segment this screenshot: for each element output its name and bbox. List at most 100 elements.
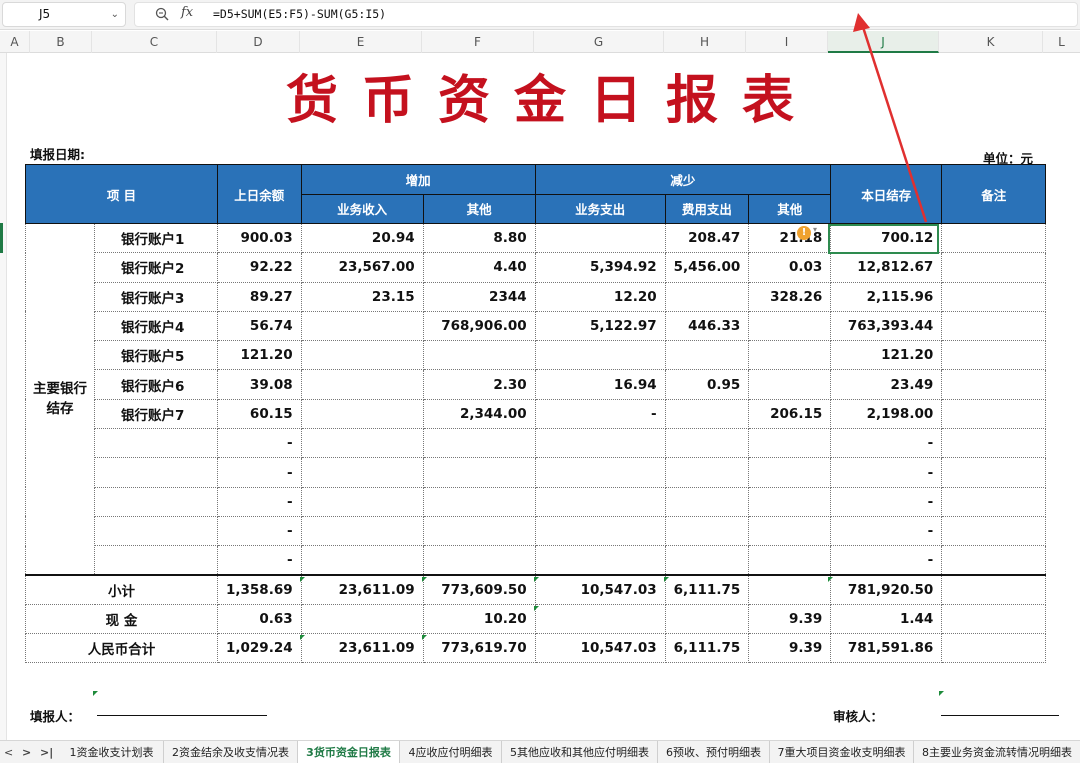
table-cell[interactable] [748, 545, 832, 576]
subtotal-label[interactable]: 小计 [25, 574, 218, 605]
table-cell[interactable] [534, 340, 666, 371]
cash-label[interactable]: 现 金 [25, 603, 218, 635]
table-cell[interactable]: 8.80 [422, 222, 536, 254]
table-cell[interactable]: 2,115.96 [830, 281, 943, 312]
table-cell[interactable]: 0.95 [664, 369, 750, 400]
account-name[interactable]: 银行账户2 [94, 252, 218, 283]
account-name[interactable]: 银行账户7 [94, 398, 218, 430]
table-cell[interactable] [300, 486, 424, 517]
table-cell[interactable]: 781,591.86 [830, 633, 943, 664]
table-cell[interactable]: 121.20 [217, 340, 302, 371]
table-cell[interactable] [664, 603, 750, 635]
remark-cell[interactable] [941, 340, 1047, 371]
table-cell[interactable] [748, 574, 832, 605]
table-cell[interactable] [748, 457, 832, 488]
table-cell[interactable] [941, 603, 1047, 635]
table-cell[interactable]: 1,358.69 [217, 574, 302, 605]
column-header-e[interactable]: E [300, 31, 422, 53]
table-cell[interactable]: - [217, 457, 302, 488]
table-cell[interactable]: - [830, 457, 943, 488]
table-cell[interactable] [300, 369, 424, 400]
table-cell[interactable] [748, 340, 832, 371]
table-cell[interactable]: 208.47 [664, 222, 750, 254]
sheet-tab[interactable]: 8主要业务资金流转情况明细表 [914, 741, 1080, 763]
account-name[interactable] [94, 457, 218, 488]
table-cell[interactable]: 10,547.03 [534, 633, 666, 664]
table-cell[interactable]: - [217, 486, 302, 517]
table-cell[interactable]: - [830, 428, 943, 459]
remark-cell[interactable] [941, 486, 1047, 517]
table-cell[interactable] [534, 486, 666, 517]
table-cell[interactable]: 10,547.03 [534, 574, 666, 605]
sheet-tab[interactable]: 6预收、预付明细表 [658, 741, 770, 763]
remark-cell[interactable] [941, 222, 1047, 254]
table-cell[interactable]: 20.94 [300, 222, 424, 254]
sheet-tab-active[interactable]: 3货币资金日报表 [298, 741, 400, 763]
table-cell[interactable] [941, 574, 1047, 605]
table-cell[interactable]: 16.94 [534, 369, 666, 400]
reporter-signature-line[interactable] [97, 715, 267, 716]
table-cell[interactable]: 10.20 [422, 603, 536, 635]
table-cell[interactable]: - [217, 545, 302, 576]
table-cell[interactable]: 773,619.70 [422, 633, 536, 664]
account-name[interactable] [94, 486, 218, 517]
table-cell[interactable] [534, 515, 666, 547]
table-cell[interactable] [422, 428, 536, 459]
table-cell[interactable] [748, 515, 832, 547]
chevron-down-icon[interactable]: ⌄ [111, 3, 119, 26]
remark-cell[interactable] [941, 281, 1047, 312]
table-cell[interactable]: 9.39 [748, 633, 832, 664]
table-cell[interactable] [422, 340, 536, 371]
table-cell[interactable] [664, 281, 750, 312]
sheet-tab[interactable]: 5其他应收和其他应付明细表 [502, 741, 658, 763]
account-name[interactable]: 银行账户1 [94, 222, 218, 254]
table-cell[interactable] [300, 515, 424, 547]
formula-input[interactable]: fx =D5+SUM(E5:F5)-SUM(G5:I5) [134, 2, 1078, 27]
table-cell[interactable] [534, 428, 666, 459]
reviewer-signature-line[interactable] [941, 715, 1059, 716]
table-cell[interactable]: 23,611.09 [300, 633, 424, 664]
table-cell[interactable] [664, 457, 750, 488]
group-label[interactable]: 主要银行结存 [25, 223, 95, 576]
function-icon[interactable]: fx [181, 5, 193, 20]
table-cell[interactable]: 900.03 [217, 222, 302, 254]
table-cell[interactable] [664, 515, 750, 547]
table-cell[interactable]: 89.27 [217, 281, 302, 312]
account-name[interactable] [94, 515, 218, 547]
table-cell[interactable]: 763,393.44 [830, 310, 943, 342]
table-cell[interactable] [300, 603, 424, 635]
table-cell[interactable] [534, 545, 666, 576]
table-cell[interactable] [300, 457, 424, 488]
table-cell[interactable] [748, 486, 832, 517]
table-cell[interactable]: 12,812.67 [830, 252, 943, 283]
scroll-left-icon[interactable]: < [4, 741, 13, 763]
remark-cell[interactable] [941, 252, 1047, 283]
table-cell[interactable]: 5,122.97 [534, 310, 666, 342]
table-cell[interactable]: 23.15 [300, 281, 424, 312]
table-cell[interactable]: 92.22 [217, 252, 302, 283]
table-cell[interactable]: 2.30 [422, 369, 536, 400]
table-cell[interactable]: 328.26 [748, 281, 832, 312]
column-header-h[interactable]: H [664, 31, 746, 53]
warning-icon[interactable]: ! [797, 226, 811, 240]
table-cell[interactable] [748, 369, 832, 400]
scroll-right-icon[interactable]: > [22, 741, 31, 763]
sheet-tab[interactable]: 2资金结余及收支情况表 [164, 741, 298, 763]
column-header-c[interactable]: C [92, 31, 217, 53]
remark-cell[interactable] [941, 457, 1047, 488]
account-name[interactable]: 银行账户5 [94, 340, 218, 371]
table-cell[interactable]: 1,029.24 [217, 633, 302, 664]
table-cell[interactable]: 121.20 [830, 340, 943, 371]
remark-cell[interactable] [941, 398, 1047, 430]
account-name[interactable]: 银行账户4 [94, 310, 218, 342]
table-cell[interactable]: 23,611.09 [300, 574, 424, 605]
table-cell[interactable]: 206.15 [748, 398, 832, 430]
account-name[interactable] [94, 545, 218, 576]
table-cell[interactable]: 12.20 [534, 281, 666, 312]
table-cell[interactable] [300, 310, 424, 342]
table-cell[interactable]: 60.15 [217, 398, 302, 430]
table-cell[interactable] [941, 633, 1047, 664]
table-cell[interactable]: 23,567.00 [300, 252, 424, 283]
table-cell[interactable]: 2344 [422, 281, 536, 312]
column-header-d[interactable]: D [217, 31, 300, 53]
